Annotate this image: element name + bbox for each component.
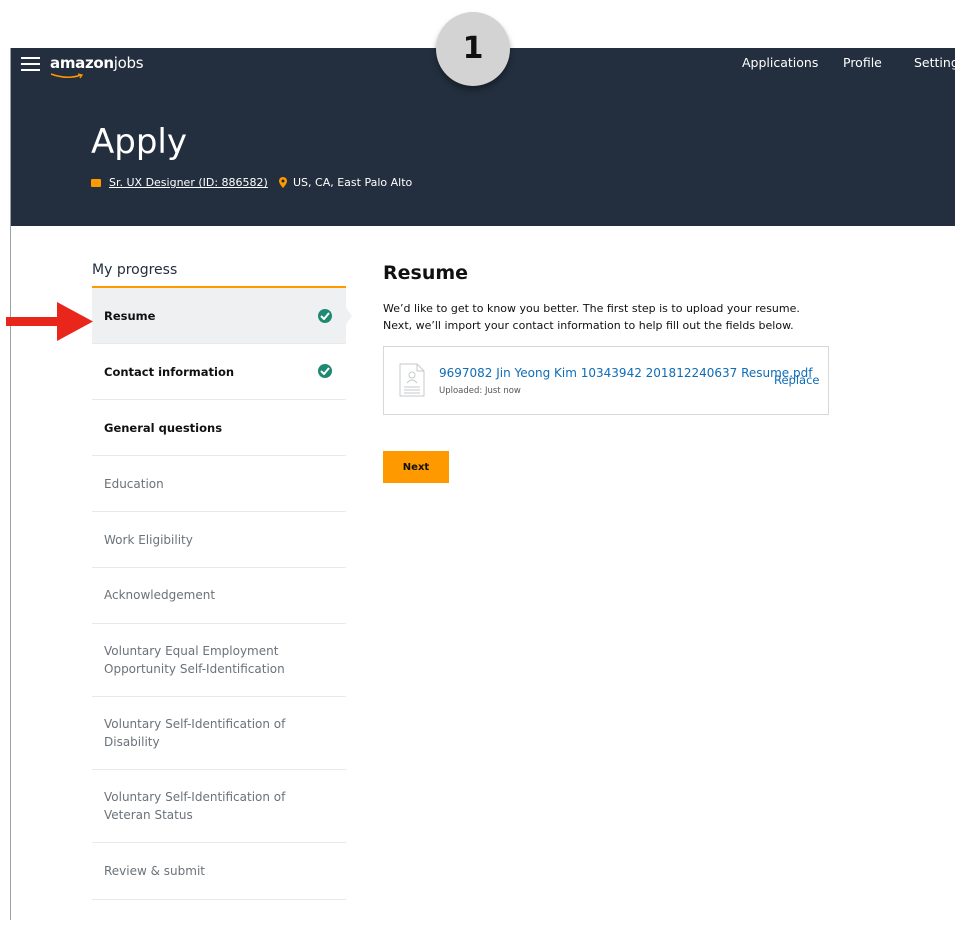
nav-applications-link[interactable]: Applications [742, 55, 818, 70]
location-text: US, CA, East Palo Alto [293, 176, 413, 189]
progress-step-veteran-status[interactable]: Voluntary Self-Identification of Veteran… [92, 770, 346, 843]
current-step-pointer [346, 308, 352, 324]
apply-hero-banner: Apply Sr. UX Designer (ID: 886582) US, C… [11, 86, 955, 226]
uploaded-file-card: 9697082 Jin Yeong Kim 10343942 201812240… [383, 346, 829, 415]
document-icon [399, 363, 425, 397]
file-name-link[interactable]: 9697082 Jin Yeong Kim 10343942 201812240… [439, 366, 812, 380]
logo-bold-text: amazon [50, 54, 114, 72]
check-circle-icon [318, 309, 332, 323]
step-label: Work Eligibility [104, 533, 193, 547]
red-annotation-arrow [6, 302, 93, 341]
progress-heading: My progress [92, 262, 178, 278]
step-label: Education [104, 477, 164, 491]
progress-step-general-questions[interactable]: General questions [92, 400, 346, 456]
file-upload-status: Uploaded: Just now [439, 386, 521, 396]
page-title: Apply [91, 122, 187, 162]
step-label: Voluntary Self-Identification of Disabil… [104, 717, 286, 749]
job-title-text: Sr. UX Designer (ID: 886582) [109, 176, 268, 189]
nav-settings-link[interactable]: Settings [914, 55, 955, 70]
step-label: General questions [104, 421, 223, 435]
step-number-badge: 1 [436, 12, 510, 86]
nav-profile-link[interactable]: Profile [843, 55, 882, 70]
progress-step-contact-information[interactable]: Contact information [92, 344, 346, 400]
job-location: US, CA, East Palo Alto [279, 176, 412, 189]
progress-step-work-eligibility[interactable]: Work Eligibility [92, 512, 346, 568]
progress-step-resume[interactable]: Resume [92, 288, 346, 344]
step-label: Voluntary Equal Employment Opportunity S… [104, 644, 285, 676]
briefcase-icon [91, 179, 101, 187]
location-pin-icon [279, 177, 287, 188]
replace-file-link[interactable]: Replace [774, 373, 820, 387]
logo-light-text: jobs [113, 54, 144, 72]
section-title: Resume [383, 262, 469, 284]
hamburger-menu-icon[interactable] [21, 56, 40, 72]
check-circle-icon [318, 364, 332, 378]
step-label: Acknowledgement [104, 588, 216, 602]
step-label: Review & submit [104, 864, 206, 878]
next-button[interactable]: Next [383, 451, 449, 483]
step-label: Voluntary Self-Identification of Veteran… [104, 790, 286, 822]
section-description: We’d like to get to know you better. The… [383, 302, 800, 332]
progress-step-acknowledgement[interactable]: Acknowledgement [92, 568, 346, 624]
step-label: Resume [104, 309, 156, 323]
progress-step-review-submit[interactable]: Review & submit [92, 843, 346, 900]
step-label: Contact information [104, 365, 235, 379]
amazon-jobs-logo[interactable]: amazonjobs [50, 54, 144, 72]
progress-step-education[interactable]: Education [92, 456, 346, 512]
progress-step-voluntary-eeo[interactable]: Voluntary Equal Employment Opportunity S… [92, 624, 346, 697]
job-title-link[interactable]: Sr. UX Designer (ID: 886582) [91, 176, 268, 189]
progress-step-disability[interactable]: Voluntary Self-Identification of Disabil… [92, 697, 346, 770]
logo-smile-icon [50, 73, 84, 79]
